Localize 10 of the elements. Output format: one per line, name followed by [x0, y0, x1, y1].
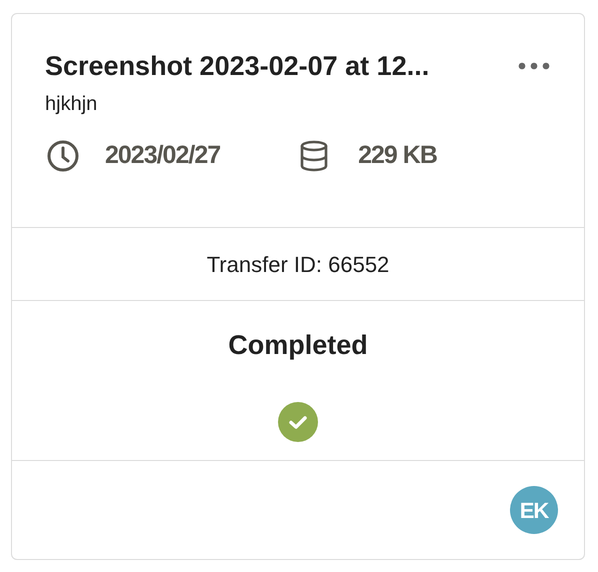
- clock-icon: [47, 140, 79, 172]
- file-description: hjkhjn: [45, 92, 98, 117]
- more-icon: [518, 62, 550, 70]
- user-avatar: EK: [510, 486, 558, 534]
- file-size-text: 229 KB: [358, 140, 437, 171]
- transfer-id-text: Transfer ID: 66552: [206, 250, 390, 278]
- date-text: 2023/02/27: [105, 140, 220, 171]
- file-title: Screenshot 2023-02-07 at 12...: [45, 50, 430, 83]
- status-label: Completed: [228, 329, 368, 362]
- database-icon: [300, 140, 328, 172]
